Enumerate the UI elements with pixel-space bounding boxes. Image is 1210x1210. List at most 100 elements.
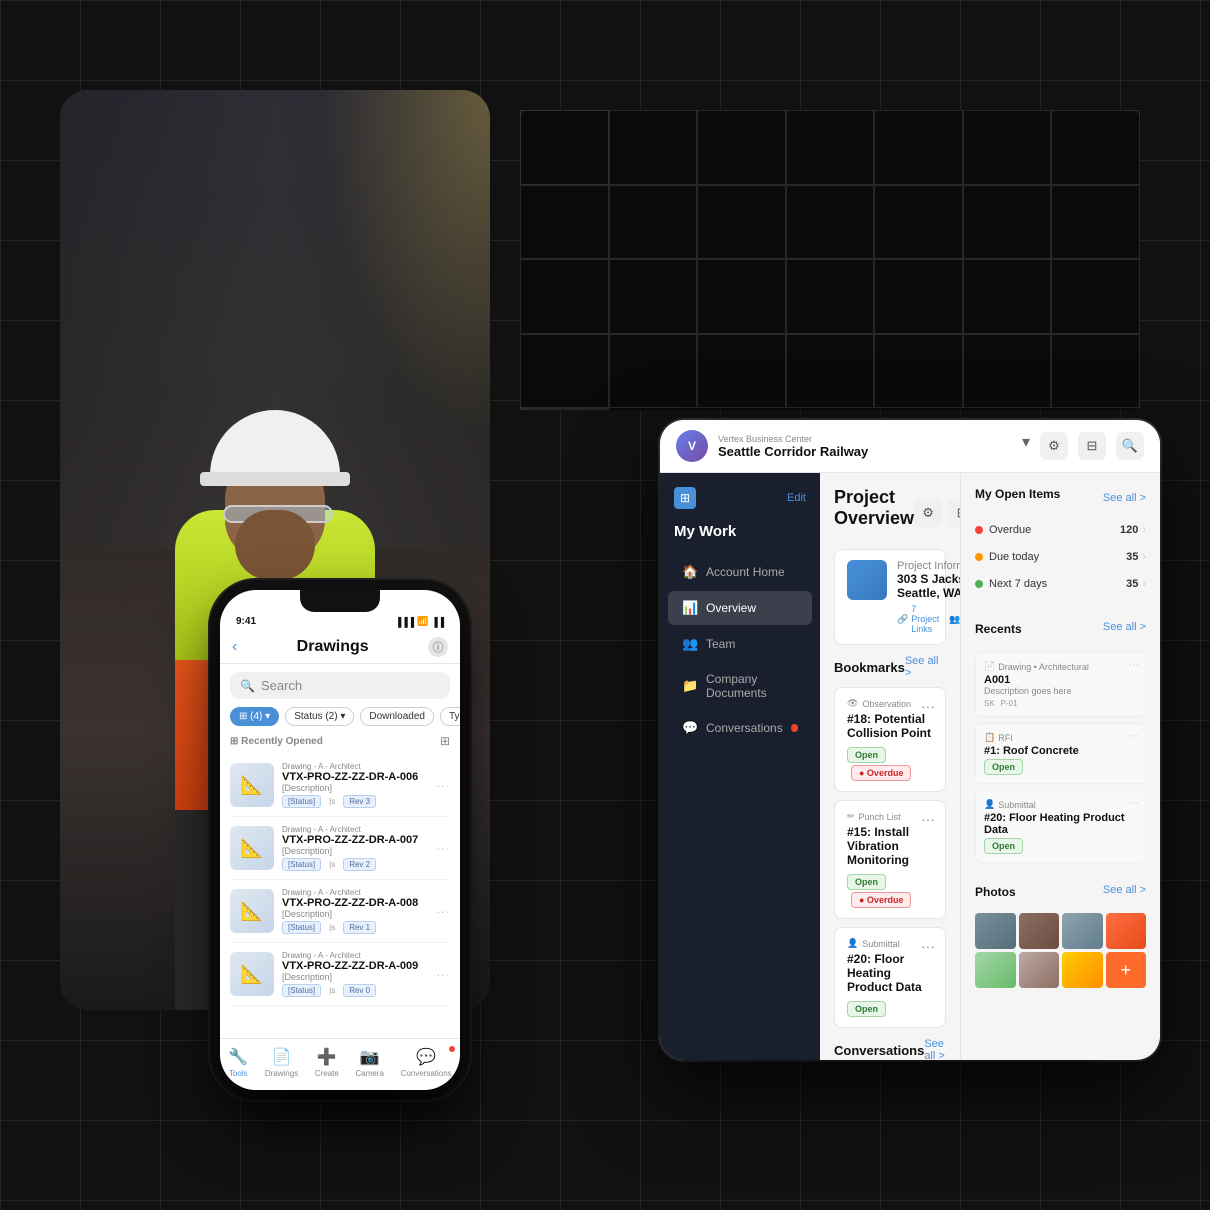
more-options-icon-0[interactable]: ··· — [921, 698, 935, 714]
project-thumbnail — [847, 560, 887, 600]
recent-more-1[interactable]: ··· — [1128, 730, 1139, 742]
tablet-header: V Vertex Business Center Seattle Corrido… — [660, 420, 1160, 473]
filter-button[interactable]: ⊟ — [1078, 432, 1106, 460]
drawing-desc-2: [Description] — [282, 909, 428, 919]
add-photo-button[interactable]: + — [1106, 952, 1147, 988]
recent-badge-2: Open — [984, 838, 1023, 854]
recent-more-2[interactable]: ··· — [1128, 797, 1139, 809]
photo-2[interactable] — [1062, 913, 1103, 949]
badge-overdue-1: ● Overdue — [851, 892, 911, 908]
drawing-thumbnail-3: 📐 — [230, 952, 274, 996]
phone-bottom-bar: 🔧 Tools 📄 Drawings ➕ Create 📷 Camera 💬 C… — [220, 1038, 460, 1090]
phone-ui: 9:41 ▐▐▐ 📶 ▐▐ ‹ Drawings ⓘ 🔍 Search ⊞ (4… — [220, 590, 460, 1090]
due-today-count: 35 — [1126, 551, 1138, 563]
badge-open-2: Open — [847, 1001, 886, 1017]
dropdown-icon[interactable]: ▾ — [1022, 432, 1030, 460]
tablet-sidebar: My Open Items See all > Overdue 120 › Du… — [960, 473, 1160, 1060]
conversations-see-all[interactable]: See all > — [924, 1038, 946, 1060]
open-items-see-all[interactable]: See all > — [1103, 492, 1146, 504]
filter-chip-3[interactable]: Type — [440, 707, 460, 726]
project-links-count[interactable]: 🔗 7 Project Links — [897, 604, 939, 634]
drawing-more-3[interactable]: ··· — [436, 966, 450, 982]
overdue-label: Overdue — [989, 524, 1120, 536]
drawing-info-3: Drawing - A - Architect VTX-PRO-ZZ-ZZ-DR… — [282, 951, 428, 997]
drawing-item-0: 📐 Drawing - A - Architect VTX-PRO-ZZ-ZZ-… — [230, 754, 450, 817]
recent-type-1: 📋 RFI — [984, 732, 1137, 743]
sidebar-item-team[interactable]: 👥 Team — [668, 627, 812, 661]
tab-drawings[interactable]: 📄 Drawings — [265, 1047, 298, 1078]
drawing-more-0[interactable]: ··· — [436, 777, 450, 793]
search-icon: 🔍 — [240, 679, 255, 693]
drawing-name-2: VTX-PRO-ZZ-ZZ-DR-A-008 — [282, 897, 428, 909]
project-info-card: Project Information 303 S Jackson St, Se… — [834, 549, 946, 645]
sidebar-item-overview[interactable]: 📊 Overview — [668, 591, 812, 625]
tab-tools[interactable]: 🔧 Tools — [228, 1047, 248, 1078]
drawing-meta-2: [Status] |s Rev 1 — [282, 921, 428, 934]
conversations-title: Conversations — [834, 1043, 924, 1058]
photo-0[interactable] — [975, 913, 1016, 949]
status-badge-2: [Status] — [282, 921, 321, 934]
phone-time: 9:41 — [236, 616, 256, 627]
filter-chip-2[interactable]: Downloaded — [360, 707, 434, 726]
more-button[interactable]: 🔍 — [1116, 432, 1144, 460]
drawing-item-3: 📐 Drawing - A - Architect VTX-PRO-ZZ-ZZ-… — [230, 943, 450, 1006]
view-toggle-icon[interactable]: ⊞ — [440, 734, 450, 748]
overdue-count: 120 — [1120, 524, 1138, 536]
open-item-overdue: Overdue 120 › — [975, 517, 1146, 544]
open-item-next-7-days: Next 7 days 35 › — [975, 571, 1146, 598]
back-button[interactable]: ‹ — [232, 638, 237, 656]
drawing-more-2[interactable]: ··· — [436, 903, 450, 919]
sidebar-item-documents[interactable]: 📁 Company Documents — [668, 663, 812, 709]
drawing-more-1[interactable]: ··· — [436, 840, 450, 856]
next-7-dot — [975, 580, 983, 588]
sidebar-item-account-home[interactable]: 🏠 Account Home — [668, 555, 812, 589]
filter-chip-1[interactable]: Status (2) ▾ — [285, 707, 354, 726]
tablet-header-text: Vertex Business Center Seattle Corridor … — [718, 434, 1012, 459]
photos-see-all[interactable]: See all > — [1103, 884, 1146, 896]
conversations-icon: 💬 — [682, 720, 698, 736]
overview-icon: 📊 — [682, 600, 698, 616]
photo-6[interactable] — [1062, 952, 1103, 988]
settings-icon[interactable]: ⚙ — [914, 499, 942, 527]
recents-see-all[interactable]: See all > — [1103, 621, 1146, 633]
conversations-tab-label: Conversations — [401, 1069, 452, 1078]
bookmarks-section-header: Bookmarks See all > — [834, 655, 946, 679]
adjust-icon[interactable]: ⊟ — [948, 499, 960, 527]
phone-recently-opened: ⊞ Recently Opened ⊞ — [220, 734, 460, 754]
drawing-info-0: Drawing - A - Architect VTX-PRO-ZZ-ZZ-DR… — [282, 762, 428, 808]
status-badge-0: [Status] — [282, 795, 321, 808]
nav-edit-button[interactable]: Edit — [787, 492, 806, 504]
filter-chip-0[interactable]: ⊞ (4) ▾ — [230, 707, 279, 726]
bookmark-item-0: 👁 Observation #18: Potential Collision P… — [834, 687, 946, 792]
recent-type-0: 📄 Drawing • Architectural — [984, 661, 1137, 672]
badge-open-0: Open — [847, 747, 886, 763]
photo-1[interactable] — [1019, 913, 1060, 949]
signal-icon: ▐▐▐ — [395, 617, 414, 627]
documents-icon: 📁 — [682, 678, 698, 694]
rev-badge-0: Rev 3 — [343, 795, 376, 808]
more-options-icon-2[interactable]: ··· — [921, 938, 935, 954]
photo-3[interactable] — [1106, 913, 1147, 949]
bookmarks-see-all[interactable]: See all > — [905, 655, 946, 679]
badge-overdue-0: ● Overdue — [851, 765, 911, 781]
drawing-name-0: VTX-PRO-ZZ-ZZ-DR-A-006 — [282, 771, 428, 783]
info-button[interactable]: ⓘ — [428, 637, 448, 657]
team-members-count[interactable]: 👥 6 Team Members — [949, 604, 960, 634]
nav-logo: ⊞ Edit — [660, 487, 820, 523]
sidebar-item-conversations[interactable]: 💬 Conversations — [668, 711, 812, 745]
due-today-chevron: › — [1142, 551, 1146, 563]
conversations-tab-badge — [448, 1045, 456, 1053]
phone-search[interactable]: 🔍 Search — [230, 672, 450, 699]
tab-camera[interactable]: 📷 Camera — [355, 1047, 383, 1078]
drawing-item-2: 📐 Drawing - A - Architect VTX-PRO-ZZ-ZZ-… — [230, 880, 450, 943]
drawing-name-1: VTX-PRO-ZZ-ZZ-DR-A-007 — [282, 834, 428, 846]
tab-create[interactable]: ➕ Create — [315, 1047, 339, 1078]
search-button[interactable]: ⚙ — [1040, 432, 1068, 460]
recent-more-0[interactable]: ··· — [1128, 659, 1139, 671]
photo-4[interactable] — [975, 952, 1016, 988]
photo-5[interactable] — [1019, 952, 1060, 988]
conversations-section-header: Conversations See all > — [834, 1038, 946, 1060]
tablet-avatar: V — [676, 430, 708, 462]
tab-conversations[interactable]: 💬 Conversations — [401, 1047, 452, 1078]
more-options-icon-1[interactable]: ··· — [921, 811, 935, 827]
